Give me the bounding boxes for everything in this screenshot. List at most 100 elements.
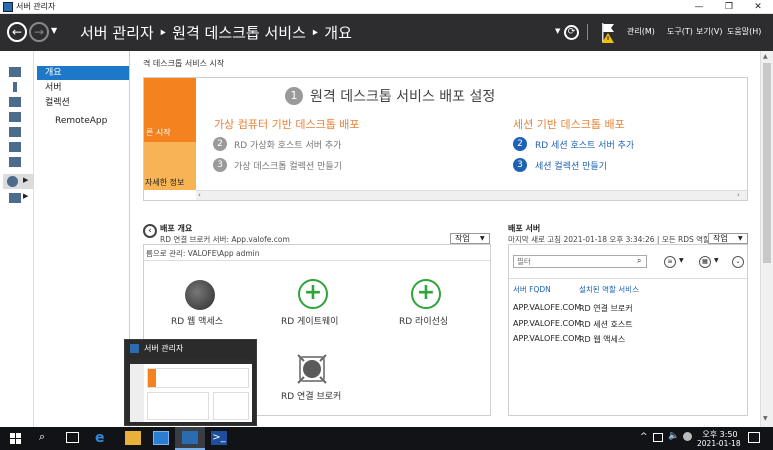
history-dropdown-icon[interactable]: ▼ — [51, 26, 57, 35]
menu-manage[interactable]: 관리(M) — [627, 26, 655, 37]
server-manager-app-icon — [182, 431, 198, 444]
action-center-badge-icon[interactable] — [683, 432, 692, 441]
vertical-scrollbar[interactable]: ▲ ▼ — [760, 51, 773, 427]
window-titlebar: 서버 관리자 — ❐ ✕ — [0, 0, 773, 14]
column-header-installed-roles[interactable]: 설치된 역할 서비스 — [579, 284, 639, 295]
powershell-icon[interactable]: >_ — [211, 431, 227, 445]
add-rd-virtualization-host-link[interactable]: RD 가상화 호스트 서버 추가 — [234, 138, 341, 151]
filter-input[interactable] — [514, 256, 624, 267]
windows-start-icon[interactable] — [10, 433, 21, 444]
deployment-overview-title: 배포 개요 — [160, 224, 193, 233]
menu-view[interactable]: 보기(V) — [696, 26, 722, 37]
tool-rail: ▶ ▶ — [0, 51, 34, 427]
chevron-right-icon: ▶ — [23, 176, 29, 184]
search-icon[interactable]: ⌕ — [637, 256, 641, 266]
scrollbar-thumb[interactable] — [763, 63, 771, 263]
view-options-icon[interactable]: ▦ — [699, 256, 711, 268]
column-header-server-fqdn[interactable]: 서버 FQDN — [513, 284, 551, 295]
vm-deployment-heading: 가상 컴퓨터 기반 데스크톱 배포 — [214, 118, 360, 131]
remote-desktop-services-nav[interactable]: ▶ — [3, 174, 34, 189]
minimize-button[interactable]: — — [686, 0, 712, 14]
create-virtual-desktop-collection-link[interactable]: 가상 데스크톱 컬렉션 만들기 — [234, 159, 342, 172]
sidebar-item-remoteapp[interactable]: RemoteApp — [37, 114, 129, 128]
notifications-icon[interactable] — [748, 432, 760, 443]
forward-arrow-icon[interactable]: → — [29, 22, 49, 42]
remote-desktop-connection-icon[interactable] — [153, 431, 169, 445]
quick-start-main-title: 원격 데스크톱 서비스 배포 설정 — [310, 89, 496, 105]
deployment-servers-panel: ⌕ ≡ ▼ ▦ ▼ ⌄ 서버 FQDN 설치된 역할 서비스 APP.VALOF… — [508, 244, 748, 416]
task-view-icon[interactable] — [66, 432, 79, 443]
overview-tasks-dropdown[interactable]: 작업 ▼ — [450, 233, 490, 244]
menu-help[interactable]: 도움말(H) — [727, 26, 761, 37]
scroll-down-icon[interactable]: ▼ — [763, 415, 768, 422]
network-status-icon[interactable] — [653, 433, 663, 442]
clock-date[interactable]: 2021-01-18 — [697, 439, 741, 448]
chevron-right-icon[interactable]: ▶ — [23, 192, 28, 200]
table-cell-fqdn[interactable]: APP.VALOFE.COM — [513, 303, 581, 312]
local-server-icon[interactable] — [13, 82, 17, 92]
file-storage-icon[interactable] — [9, 112, 21, 122]
wsus-icon[interactable] — [9, 193, 21, 203]
search-icon[interactable]: ⌕ — [39, 430, 45, 444]
add-rd-gateway-icon[interactable]: + — [298, 279, 328, 309]
chevron-down-icon[interactable]: ▼ — [714, 257, 719, 264]
sidebar: 개요 서버 컬렉션 RemoteApp — [34, 51, 130, 427]
table-cell-fqdn[interactable]: APP.VALOFE.COM — [513, 334, 581, 343]
collapse-section-icon[interactable]: ‹ — [143, 224, 157, 238]
table-cell-fqdn[interactable]: APP.VALOFE.COM — [513, 319, 581, 328]
dashboard-icon[interactable] — [9, 67, 21, 77]
quick-start-tab[interactable]: 른 시작 — [144, 78, 196, 142]
remote-desktop-icon — [7, 176, 18, 187]
print-icon[interactable] — [9, 142, 21, 152]
thumbnail-header — [130, 358, 252, 364]
sidebar-item-overview[interactable]: 개요 — [37, 66, 129, 80]
scroll-left-icon[interactable]: ‹ — [198, 191, 201, 199]
horizontal-scrollbar[interactable]: ‹ › — [196, 190, 747, 200]
back-arrow-icon[interactable]: ← — [7, 22, 27, 42]
close-button[interactable]: ✕ — [745, 0, 771, 14]
menu-tools[interactable]: 도구(T) — [667, 26, 693, 37]
globe-icon[interactable] — [185, 280, 215, 310]
chevron-down-icon[interactable]: ▼ — [679, 257, 684, 264]
iis-icon[interactable] — [9, 127, 21, 137]
chevron-down-icon: ▼ — [738, 235, 743, 242]
network-icon[interactable] — [9, 157, 21, 167]
rd-web-access-label: RD 웹 액세스 — [171, 317, 224, 327]
expand-icon[interactable]: ⌄ — [732, 256, 744, 268]
volume-icon[interactable]: 🔈 — [668, 431, 679, 441]
server-manager-taskbar-button[interactable] — [175, 427, 205, 450]
internet-explorer-icon[interactable]: e — [95, 431, 111, 445]
list-options-icon[interactable]: ≡ — [664, 256, 676, 268]
refresh-icon[interactable]: ⟳ — [564, 25, 579, 40]
taskbar-window-preview[interactable]: 서버 관리자 — [124, 339, 257, 426]
chevron-up-icon[interactable]: ^ — [640, 432, 648, 442]
managed-as-label: 름으로 관리: VALOFE\App admin — [146, 249, 260, 258]
quick-start-section-title: 격 데스크톱 서비스 시작 — [143, 59, 225, 68]
preview-thumbnail — [130, 358, 252, 422]
window-title: 서버 관리자 — [16, 2, 56, 11]
maximize-button[interactable]: ❐ — [716, 0, 742, 14]
sidebar-item-servers[interactable]: 서버 — [37, 81, 129, 95]
step-number-badge: 2 — [513, 137, 527, 151]
add-rd-licensing-icon[interactable]: + — [411, 279, 441, 309]
table-cell-role: RD 연결 브로커 — [579, 304, 633, 313]
session-deployment-heading: 세션 기반 데스크톱 배포 — [513, 118, 625, 131]
warning-flag-icon[interactable] — [600, 21, 618, 43]
quick-start-tab-label: 른 시작 — [146, 128, 171, 137]
divider — [509, 278, 747, 279]
table-cell-role: RD 웹 액세스 — [579, 335, 626, 344]
learn-more-tab[interactable]: 자세한 정보 — [144, 142, 196, 190]
rd-connection-broker-icon[interactable] — [296, 353, 328, 385]
create-session-collection-link[interactable]: 세션 컬렉션 만들기 — [535, 159, 607, 172]
chevron-down-icon[interactable]: ▼ — [555, 27, 560, 35]
scroll-up-icon[interactable]: ▲ — [763, 53, 768, 60]
scroll-right-icon[interactable]: › — [737, 191, 740, 199]
servers-tasks-dropdown[interactable]: 작업 ▼ — [708, 233, 748, 244]
all-servers-icon[interactable] — [9, 97, 21, 107]
sidebar-item-collections[interactable]: 컬렉션 — [37, 96, 129, 110]
filter-input-box[interactable]: ⌕ — [513, 255, 647, 268]
deployment-servers-title: 배포 서버 — [508, 224, 541, 233]
add-rd-session-host-link[interactable]: RD 세션 호스트 서버 추가 — [535, 138, 634, 151]
file-explorer-icon[interactable] — [125, 431, 141, 445]
chevron-down-icon: ▼ — [480, 235, 485, 242]
